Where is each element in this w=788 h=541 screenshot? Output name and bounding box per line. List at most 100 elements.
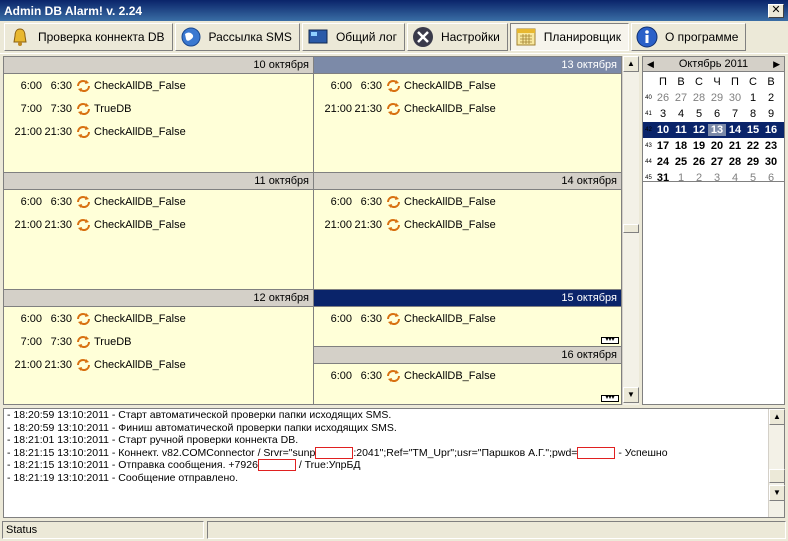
event-item[interactable]: 6:00 6:30 CheckAllDB_False <box>314 307 621 330</box>
day-header[interactable]: 11 октября <box>4 173 313 190</box>
calendar-day[interactable]: 11 <box>672 124 690 136</box>
event-item[interactable]: 21:00 21:30 CheckAllDB_False <box>314 97 621 120</box>
calendar-day[interactable]: 26 <box>654 92 672 104</box>
scroll-up-button[interactable]: ▲ <box>623 56 639 72</box>
calendar-day[interactable]: 25 <box>672 156 690 168</box>
event-item[interactable]: 6:00 6:30 CheckAllDB_False <box>4 74 313 97</box>
calendar-day[interactable]: 4 <box>672 108 690 120</box>
calendar-day[interactable]: 28 <box>690 92 708 104</box>
day-cell[interactable]: 13 октября 6:00 6:30 CheckAllDB_False 21:00 2… <box>314 57 621 172</box>
calendar-day[interactable]: 6 <box>708 108 726 120</box>
calendar-day[interactable]: 20 <box>708 140 726 152</box>
calendar-day[interactable]: 28 <box>726 156 744 168</box>
calendar-day[interactable]: 26 <box>690 156 708 168</box>
day-header[interactable]: 15 октября <box>314 290 621 307</box>
day-header[interactable]: 16 октября <box>314 347 621 364</box>
calendar-day[interactable]: 22 <box>744 140 762 152</box>
day-body[interactable]: 6:00 6:30 CheckAllDB_False 21:00 21:30 CheckA… <box>314 74 621 172</box>
event-item[interactable]: 21:00 21:30 CheckAllDB_False <box>4 120 313 143</box>
day-header[interactable]: 10 октября <box>4 57 313 74</box>
calendar-day[interactable]: 9 <box>762 108 780 120</box>
calendar-day[interactable]: 1 <box>744 92 762 104</box>
calendar-day[interactable]: 27 <box>672 92 690 104</box>
day-header[interactable]: 12 октября <box>4 290 313 307</box>
event-item[interactable]: 6:00 6:30 CheckAllDB_False <box>314 74 621 97</box>
calendar-day[interactable]: 10 <box>654 124 672 136</box>
day-cell[interactable]: 16 октября 6:00 6:30 CheckAllDB_False ▾▾▾ <box>314 347 621 404</box>
calendar-day[interactable]: 27 <box>708 156 726 168</box>
calendar-day[interactable]: 14 <box>726 124 744 136</box>
log-scroll-thumb[interactable] <box>769 469 785 483</box>
day-cell[interactable]: 11 октября 6:00 6:30 CheckAllDB_False 21:00 2… <box>4 173 313 289</box>
day-body[interactable]: 6:00 6:30 CheckAllDB_False 7:00 7:30 TrueDB 21… <box>4 74 313 172</box>
next-month-icon[interactable]: ▶ <box>773 59 780 70</box>
day-body[interactable]: 6:00 6:30 CheckAllDB_False 21:00 21:30 CheckA… <box>4 190 313 289</box>
day-cell[interactable]: 15 октября 6:00 6:30 CheckAllDB_False ▾▾▾ <box>314 290 621 346</box>
scroll-thumb[interactable] <box>623 224 639 233</box>
day-header[interactable]: 13 октября <box>314 57 621 74</box>
scheduler-view[interactable]: 10 октября 6:00 6:30 CheckAllDB_False 7:00 7:… <box>3 56 622 405</box>
calendar-day[interactable]: 23 <box>762 140 780 152</box>
calendar-day[interactable]: 2 <box>762 92 780 104</box>
calendar-day[interactable]: 16 <box>762 124 780 136</box>
calendar-day[interactable]: 19 <box>690 140 708 152</box>
sms-button[interactable]: Рассылка SMS <box>174 23 300 51</box>
about-button[interactable]: О программе <box>630 23 747 51</box>
log-button[interactable]: Общий лог <box>301 23 405 51</box>
day-cell[interactable]: 10 октября 6:00 6:30 CheckAllDB_False 7:00 7:… <box>4 57 313 172</box>
event-item[interactable]: 21:00 21:30 CheckAllDB_False <box>4 213 313 236</box>
calendar-day[interactable]: 12 <box>690 124 708 136</box>
check-db-button[interactable]: Проверка коннекта DB <box>4 23 173 51</box>
event-name: CheckAllDB_False <box>404 312 496 325</box>
calendar-day[interactable]: 4 <box>726 172 744 184</box>
day-header[interactable]: 14 октября <box>314 173 621 190</box>
calendar-day[interactable]: 5 <box>690 108 708 120</box>
event-item[interactable]: 21:00 21:30 CheckAllDB_False <box>4 353 313 376</box>
calendar-day[interactable]: 2 <box>690 172 708 184</box>
prev-month-icon[interactable]: ◀ <box>647 59 654 70</box>
event-item[interactable]: 6:00 6:30 CheckAllDB_False <box>4 190 313 213</box>
event-item[interactable]: 7:00 7:30 TrueDB <box>4 330 313 353</box>
scroll-down-button[interactable]: ▼ <box>623 387 639 403</box>
event-item[interactable]: 6:00 6:30 CheckAllDB_False <box>314 190 621 213</box>
scheduler-button[interactable]: Планировщик <box>509 23 629 51</box>
close-button[interactable]: ✕ <box>768 3 784 18</box>
calendar-day[interactable]: 13 <box>708 124 726 136</box>
settings-button[interactable]: Настройки <box>406 23 508 51</box>
log-panel[interactable]: - 18:20:59 13:10:2011 - Старт автоматиче… <box>3 408 785 518</box>
calendar-day[interactable]: 31 <box>654 172 672 184</box>
more-events-icon[interactable]: ▾▾▾ <box>601 395 619 402</box>
calendar-day[interactable]: 7 <box>726 108 744 120</box>
calendar-day[interactable]: 30 <box>726 92 744 104</box>
calendar-day[interactable]: 29 <box>708 92 726 104</box>
calendar-day[interactable]: 6 <box>762 172 780 184</box>
calendar-day[interactable]: 21 <box>726 140 744 152</box>
calendar-day[interactable]: 1 <box>672 172 690 184</box>
event-item[interactable]: 6:00 6:30 CheckAllDB_False <box>314 364 621 387</box>
event-item[interactable]: 6:00 6:30 CheckAllDB_False <box>4 307 313 330</box>
calendar-day[interactable]: 29 <box>744 156 762 168</box>
calendar-day[interactable]: 30 <box>762 156 780 168</box>
calendar-day[interactable]: 3 <box>708 172 726 184</box>
calendar-day[interactable]: 5 <box>744 172 762 184</box>
calendar-day[interactable]: 18 <box>672 140 690 152</box>
log-scroll-up-button[interactable]: ▲ <box>769 409 785 425</box>
log-scrollbar[interactable]: ▲ ▼ <box>768 409 785 517</box>
day-body[interactable]: 6:00 6:30 CheckAllDB_False ▾▾▾ <box>314 307 621 346</box>
day-cell[interactable]: 14 октября 6:00 6:30 CheckAllDB_False 21:00 2… <box>314 173 621 289</box>
log-scroll-down-button[interactable]: ▼ <box>769 485 785 501</box>
calendar-day[interactable]: 17 <box>654 140 672 152</box>
event-start: 6:00 <box>330 79 352 92</box>
event-item[interactable]: 21:00 21:30 CheckAllDB_False <box>314 213 621 236</box>
event-item[interactable]: 7:00 7:30 TrueDB <box>4 97 313 120</box>
day-body[interactable]: 6:00 6:30 CheckAllDB_False 7:00 7:30 TrueDB 21… <box>4 307 313 404</box>
more-events-icon[interactable]: ▾▾▾ <box>601 337 619 344</box>
calendar-day[interactable]: 15 <box>744 124 762 136</box>
scheduler-scrollbar[interactable]: ▲ ▼ <box>622 56 639 405</box>
day-body[interactable]: 6:00 6:30 CheckAllDB_False ▾▾▾ <box>314 364 621 404</box>
day-body[interactable]: 6:00 6:30 CheckAllDB_False 21:00 21:30 CheckA… <box>314 190 621 289</box>
calendar-day[interactable]: 24 <box>654 156 672 168</box>
calendar-day[interactable]: 3 <box>654 108 672 120</box>
calendar-day[interactable]: 8 <box>744 108 762 120</box>
day-cell[interactable]: 12 октября 6:00 6:30 CheckAllDB_False 7:00 7:… <box>4 290 313 404</box>
